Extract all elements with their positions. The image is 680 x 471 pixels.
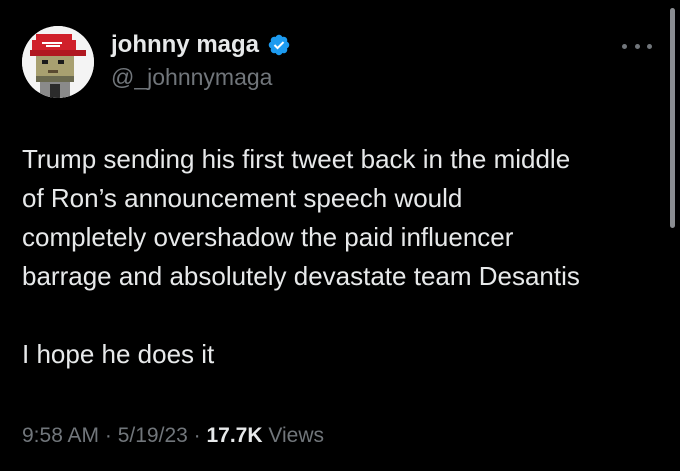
tweet-time[interactable]: 9:58 AM [22,424,99,447]
tweet-meta: 9:58 AM · 5/19/23 · 17.7K Views [22,424,324,448]
views-label: Views [262,424,325,447]
tweet-card: johnny maga @_johnnymaga Trump sending h… [0,0,680,471]
meta-separator: · [187,424,207,447]
tweet-body: Trump sending his first tweet back in th… [22,140,662,374]
scrollbar[interactable] [670,8,675,228]
tweet-paragraph: I hope he does it [22,339,215,369]
pixel-art-avatar-red-hat-icon [22,26,94,98]
author-display-name[interactable]: johnny maga [111,31,259,59]
verified-badge-icon [268,34,290,56]
tweet-date[interactable]: 5/19/23 [118,424,188,447]
more-dot [622,43,627,49]
more-dot [647,43,652,49]
tweet-paragraph: Trump sending his first tweet back in th… [22,144,580,291]
author-name-row: johnny maga [111,30,291,60]
views-count[interactable]: 17.7K [206,424,262,447]
avatar[interactable] [22,26,94,98]
author-handle[interactable]: @_johnnymaga [111,64,272,91]
more-dot [634,43,640,49]
more-options-button[interactable] [622,38,652,54]
meta-separator: · [99,424,118,447]
